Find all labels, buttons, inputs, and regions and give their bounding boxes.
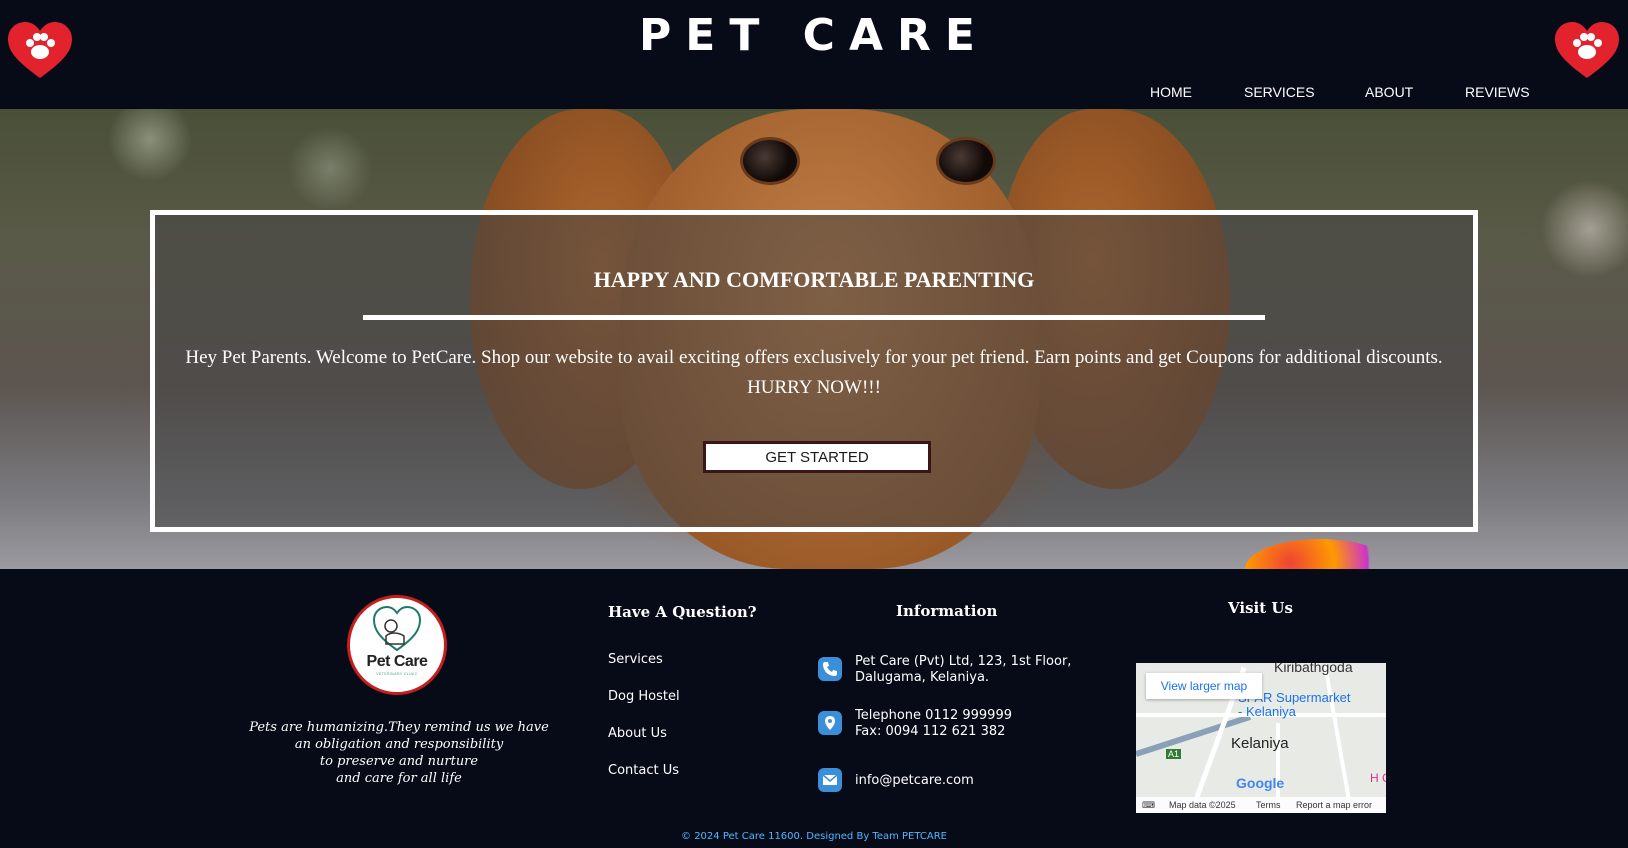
address-line: Pet Care (Pvt) Ltd, 123, 1st Floor, xyxy=(855,654,1072,669)
pet-logo-icon xyxy=(372,606,422,652)
map-report-link[interactable]: Report a map error xyxy=(1296,800,1372,810)
phone-icon xyxy=(818,657,842,681)
hero-title: HAPPY AND COMFORTABLE PARENTING xyxy=(593,267,1035,292)
map-label-poi: H G xyxy=(1370,771,1386,785)
site-header: PET CARE HOME SERVICES ABOUT REVIEWS xyxy=(0,0,1628,109)
get-started-button[interactable]: GET STARTED xyxy=(703,441,931,473)
map-data-text: Map data ©2025 xyxy=(1169,800,1236,810)
map-poi-line: - Kelaniya xyxy=(1238,704,1296,719)
hero-text: Hey Pet Parents. Welcome to PetCare. Sho… xyxy=(185,347,1443,398)
hero-divider xyxy=(363,315,1265,320)
phone-text: Telephone 0112 999999 Fax: 0094 112 621 … xyxy=(855,708,1012,740)
location-icon xyxy=(818,711,842,735)
map-label-city: Kelaniya xyxy=(1231,735,1289,752)
information-heading: Information xyxy=(896,602,998,620)
pet-care-logo: Pet Care VETERINARY CLINIC xyxy=(347,595,447,695)
map-label-area: Kiribathgoda xyxy=(1274,663,1353,675)
footer-link-about-us[interactable]: About Us xyxy=(608,726,667,741)
map-terms-link[interactable]: Terms xyxy=(1256,800,1281,810)
address-line: Dalugama, Kelaniya. xyxy=(855,670,990,685)
quote-line: an obligation and responsibility xyxy=(294,737,504,752)
question-heading: Have A Question? xyxy=(608,603,757,621)
footer-quote: Pets are humanizing.They remind us we ha… xyxy=(220,719,578,787)
map-brand: Google xyxy=(1236,775,1285,791)
map-attribution: ⌨ Map data ©2025 Terms Report a map erro… xyxy=(1136,797,1386,813)
view-larger-map-link[interactable]: View larger map xyxy=(1146,673,1262,699)
nav-reviews[interactable]: REVIEWS xyxy=(1465,84,1530,100)
visit-heading: Visit Us xyxy=(1228,599,1293,617)
logo-subtitle: VETERINARY CLINIC xyxy=(376,672,418,676)
quote-line: Pets are humanizing.They remind us we ha… xyxy=(249,720,549,735)
nav-services[interactable]: SERVICES xyxy=(1244,84,1315,100)
toy-ball-image xyxy=(1245,539,1395,569)
quote-line: to preserve and nurture xyxy=(319,754,479,769)
footer-link-contact-us[interactable]: Contact Us xyxy=(608,763,679,778)
logo-name: Pet Care xyxy=(366,653,428,670)
footer-link-services[interactable]: Services xyxy=(608,652,663,667)
email-link[interactable]: info@petcare.com xyxy=(855,773,974,789)
mail-icon xyxy=(818,768,842,792)
dog-eye xyxy=(740,137,800,185)
site-title: PET CARE xyxy=(639,10,989,61)
paw-heart-icon[interactable] xyxy=(1555,22,1619,80)
fax-line: Fax: 0094 112 621 382 xyxy=(855,724,1006,739)
address-text: Pet Care (Pvt) Ltd, 123, 1st Floor, Dalu… xyxy=(855,654,1071,686)
hero-card: HAPPY AND COMFORTABLE PARENTING Hey Pet … xyxy=(150,210,1478,532)
map-road-label: A1 xyxy=(1166,749,1182,759)
nav-about[interactable]: ABOUT xyxy=(1365,84,1413,100)
footer-link-dog-hostel[interactable]: Dog Hostel xyxy=(608,689,680,704)
dog-eye xyxy=(936,137,996,185)
telephone-line: Telephone 0112 999999 xyxy=(855,708,1012,723)
copyright-text: © 2024 Pet Care 11600. Designed By Team … xyxy=(681,831,947,842)
nav-home[interactable]: HOME xyxy=(1150,84,1192,100)
keyboard-icon[interactable]: ⌨ xyxy=(1142,800,1155,811)
quote-line: and care for all life xyxy=(336,771,462,786)
site-footer: Pet Care VETERINARY CLINIC Pets are huma… xyxy=(0,569,1628,848)
location-map[interactable]: Kiribathgoda SPAR Supermarket - Kelaniya… xyxy=(1136,663,1386,813)
